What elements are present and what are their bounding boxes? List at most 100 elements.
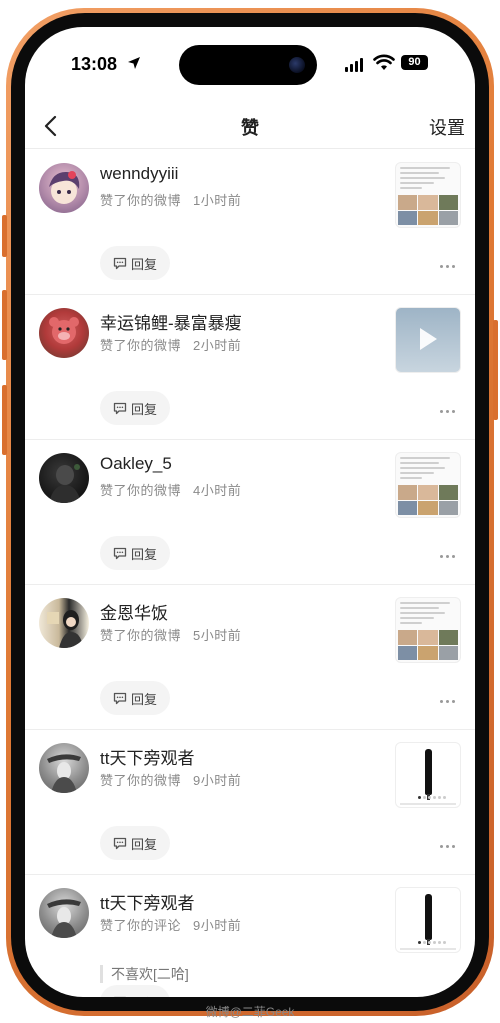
reply-button[interactable]: 回复 <box>100 985 171 998</box>
post-thumbnail[interactable] <box>395 162 461 228</box>
list-item[interactable]: 幸运锦鲤-暴富暴瘦 赞了你的微博 2小时前 回复 <box>25 295 475 440</box>
more-dots-icon[interactable] <box>440 265 455 268</box>
reply-button[interactable]: 回复 <box>100 681 171 715</box>
like-action: 赞了你的微博 <box>100 338 182 353</box>
comment-bubble-icon <box>113 837 127 849</box>
reply-label: 回复 <box>131 256 158 272</box>
reply-button[interactable]: 回复 <box>100 391 171 425</box>
reply-button[interactable]: 回复 <box>100 826 171 860</box>
comment-bubble-icon <box>113 257 127 269</box>
avatar-image <box>49 464 81 503</box>
signal-icon <box>345 58 363 72</box>
carousel-dots <box>418 941 446 944</box>
like-action: 赞了你的评论 <box>100 918 182 933</box>
like-meta: 赞了你的微博 2小时前 <box>100 335 241 354</box>
reply-label: 回复 <box>131 836 158 852</box>
battery-icon: 90 <box>401 55 428 70</box>
like-time: 9小时前 <box>193 918 242 933</box>
user-name[interactable]: 幸运锦鲤-暴富暴瘦 <box>100 309 242 334</box>
like-meta: 赞了你的评论 9小时前 <box>100 915 241 934</box>
avatar[interactable] <box>39 163 89 213</box>
more-dots-icon[interactable] <box>440 700 455 703</box>
list-item[interactable]: Oakley_5 赞了你的微博 4小时前 回复 <box>25 440 475 585</box>
wifi-icon <box>373 54 395 70</box>
screen: 13:08 90 赞 设置 wenndyyiii 赞了你的微博 1小时前 回复 … <box>25 27 475 997</box>
comment-bubble-icon <box>113 996 127 997</box>
post-thumbnail[interactable] <box>395 307 461 373</box>
user-name[interactable]: Oakley_5 <box>100 454 172 474</box>
like-time: 1小时前 <box>193 193 242 208</box>
post-thumbnail[interactable] <box>395 597 461 663</box>
more-dots-icon[interactable] <box>440 555 455 558</box>
like-time: 5小时前 <box>193 628 242 643</box>
phone-bezel: 13:08 90 赞 设置 wenndyyiii 赞了你的微博 1小时前 回复 … <box>11 13 489 1011</box>
like-time: 4小时前 <box>193 483 242 498</box>
avatar[interactable] <box>39 743 89 793</box>
avatar[interactable] <box>39 308 89 358</box>
likes-list: wenndyyiii 赞了你的微博 1小时前 回复 幸运锦鲤-暴富暴瘦 赞了你的… <box>25 150 475 997</box>
list-item[interactable]: wenndyyiii 赞了你的微博 1小时前 回复 <box>25 150 475 295</box>
comment-bubble-icon <box>113 547 127 559</box>
more-dots-icon[interactable] <box>440 845 455 848</box>
volume-up-button <box>2 290 7 360</box>
avatar-image <box>49 171 80 204</box>
comment-bubble-icon <box>113 692 127 704</box>
action-button <box>2 215 7 257</box>
reply-label: 回复 <box>131 546 158 562</box>
list-item[interactable]: tt天下旁观者 赞了你的微博 9小时前 回复 <box>25 730 475 875</box>
like-meta: 赞了你的微博 1小时前 <box>100 190 241 209</box>
product-image <box>425 749 432 800</box>
reply-label: 回复 <box>131 691 158 707</box>
avatar[interactable] <box>39 453 89 503</box>
like-action: 赞了你的微博 <box>100 773 182 788</box>
like-meta: 赞了你的微博 9小时前 <box>100 770 241 789</box>
avatar[interactable] <box>39 598 89 648</box>
volume-down-button <box>2 385 7 455</box>
play-icon <box>420 328 437 350</box>
thumb-text-lines <box>400 457 456 487</box>
user-name[interactable]: 金恩华饭 <box>100 599 168 624</box>
power-button <box>493 320 498 420</box>
comment-bubble-icon <box>113 402 127 414</box>
avatar[interactable] <box>39 888 89 938</box>
list-item[interactable]: tt天下旁观者 赞了你的评论 9小时前 不喜欢[二哈] <box>25 875 475 997</box>
like-action: 赞了你的微博 <box>100 193 182 208</box>
user-name[interactable]: wenndyyiii <box>100 164 178 184</box>
avatar-image <box>49 317 79 344</box>
post-thumbnail[interactable] <box>395 887 461 953</box>
phone-frame: 13:08 90 赞 设置 wenndyyiii 赞了你的微博 1小时前 回复 … <box>6 8 494 1016</box>
list-item[interactable]: 金恩华饭 赞了你的微博 5小时前 回复 <box>25 585 475 730</box>
like-action: 赞了你的微博 <box>100 628 182 643</box>
reply-label: 回复 <box>131 993 157 998</box>
product-divider <box>400 948 456 950</box>
liked-comment-text: 不喜欢[二哈] <box>100 965 189 983</box>
post-thumbnail[interactable] <box>395 452 461 518</box>
camera-icon <box>289 57 305 73</box>
location-arrow-icon <box>128 57 140 69</box>
like-time: 2小时前 <box>193 338 242 353</box>
carousel-dots <box>418 796 446 799</box>
user-name[interactable]: tt天下旁观者 <box>100 744 194 769</box>
thumb-photo-grid <box>398 630 458 660</box>
avatar-image <box>47 754 81 793</box>
avatar-image <box>47 610 83 648</box>
status-bar: 13:08 90 <box>25 27 475 87</box>
settings-button[interactable]: 设置 <box>429 114 465 140</box>
thumb-photo-grid <box>398 195 458 225</box>
avatar-image <box>47 899 81 938</box>
back-button[interactable] <box>35 111 65 141</box>
back-chevron-icon <box>44 115 57 137</box>
watermark: 微博@二菲Geek <box>205 1005 295 1019</box>
reply-button[interactable]: 回复 <box>100 246 171 280</box>
more-dots-icon[interactable] <box>440 410 455 413</box>
post-thumbnail[interactable] <box>395 742 461 808</box>
product-divider <box>400 803 456 805</box>
reply-button[interactable]: 回复 <box>100 536 171 570</box>
thumb-photo-grid <box>398 485 458 515</box>
user-name[interactable]: tt天下旁观者 <box>100 889 194 914</box>
thumb-text-lines <box>400 602 456 632</box>
like-action: 赞了你的微博 <box>100 483 182 498</box>
like-meta: 赞了你的微博 5小时前 <box>100 625 241 644</box>
product-image <box>425 894 432 945</box>
page-title: 赞 <box>241 118 259 138</box>
